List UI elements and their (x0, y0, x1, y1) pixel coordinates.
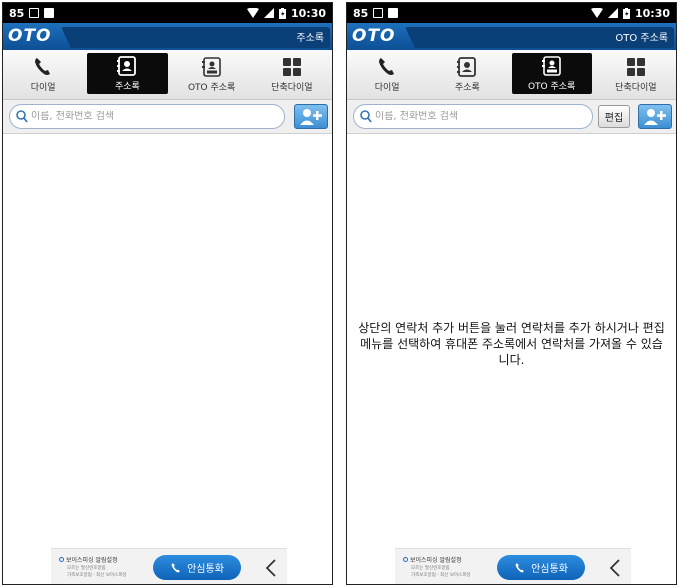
notification-icon (373, 8, 384, 18)
search-row (3, 100, 332, 134)
back-button[interactable] (609, 558, 621, 578)
empty-state-message: 상단의 연락처 추가 버튼을 눌러 연락처를 추가 하시거나 편집 메뉴를 선택… (358, 321, 665, 367)
search-input[interactable] (31, 111, 231, 122)
safe-call-label: 안심통화 (187, 564, 224, 575)
clock: 10:30 (634, 6, 670, 20)
safe-call-button[interactable]: 안심통화 (153, 555, 241, 580)
search-row: 편집 (347, 100, 676, 134)
tab-label: 단축다이얼 (615, 83, 657, 93)
ad-text: 보이스피싱 알림설정 모르는 발신번호알림 가족보호알림 · 최신 보이스피싱 (403, 555, 493, 578)
title-bar: OTO OTO 주소록 (347, 23, 676, 50)
safe-call-label: 안심통화 (531, 564, 568, 575)
ad-text: 보이스피싱 알림설정 모르는 발신번호알림 가족보호알림 · 최신 보이스피싱 (59, 555, 149, 578)
phone-icon (379, 58, 395, 75)
speed-dial-icon (282, 58, 301, 76)
contact-list: 상단의 연락처 추가 버튼을 눌러 연락처를 추가 하시거나 편집 메뉴를 선택… (347, 134, 676, 548)
tab-label: OTO 주소록 (187, 83, 236, 93)
tab-label: 다이얼 (30, 83, 56, 93)
tab-bar: 다이얼 주소록 OTO 주소록 단축다이얼 (347, 50, 676, 100)
edit-button[interactable]: 편집 (598, 105, 630, 128)
chevron-left-icon (266, 559, 276, 577)
tab-label: OTO 주소록 (527, 82, 576, 92)
tab-contacts[interactable]: 주소록 (427, 50, 507, 99)
notification-count: 85 (353, 6, 369, 20)
tab-label: 단축다이얼 (271, 83, 313, 93)
tab-oto-contacts[interactable]: OTO 주소록 (172, 50, 252, 99)
app-logo: OTO (352, 26, 396, 46)
status-bar: 85 10:30 (3, 3, 332, 23)
tab-bar: 다이얼 주소록 OTO 주소록 단축다이얼 (3, 50, 332, 100)
search-box[interactable] (353, 104, 593, 129)
search-icon (360, 110, 372, 123)
oto-contacts-icon (541, 56, 561, 76)
tab-label: 주소록 (114, 82, 140, 92)
ad-subtitle: 모르는 발신번호알림 (67, 566, 106, 571)
signal-icon (607, 8, 618, 18)
phone-screen-oto-contacts: 85 10:30 OTO OTO 주소록 다이얼 주소록 OTO 주소록 단축다… (346, 2, 677, 585)
wifi-icon (246, 8, 259, 18)
ad-bar: 보이스피싱 알림설정 모르는 발신번호알림 가족보호알림 · 최신 보이스피싱 … (51, 548, 287, 584)
add-person-icon (300, 108, 322, 125)
clock: 10:30 (290, 6, 326, 20)
search-input[interactable] (375, 111, 575, 122)
speed-dial-icon (626, 58, 645, 76)
ad-title: 보이스피싱 알림설정 (410, 557, 462, 564)
signal-icon (263, 8, 274, 18)
tab-speed-dial[interactable]: 단축다이얼 (596, 50, 676, 99)
ad-bar: 보이스피싱 알림설정 모르는 발신번호알림 가족보호알림 · 최신 보이스피싱 … (395, 548, 631, 584)
tab-dial[interactable]: 다이얼 (3, 50, 83, 99)
page-title: OTO 주소록 (615, 33, 668, 44)
add-contact-button[interactable] (294, 104, 328, 129)
ad-title: 보이스피싱 알림설정 (66, 557, 118, 564)
radio-icon (403, 557, 408, 562)
oto-contacts-icon (201, 57, 221, 77)
battery-icon (622, 7, 630, 19)
contacts-icon (117, 56, 137, 76)
phone-icon (171, 562, 180, 572)
wifi-icon (590, 8, 603, 18)
back-button[interactable] (265, 558, 277, 578)
add-contact-button[interactable] (638, 104, 672, 129)
tab-label: 주소록 (454, 83, 480, 93)
notification-icon (44, 8, 55, 18)
page-title: 주소록 (296, 33, 324, 44)
notification-count: 85 (9, 6, 25, 20)
app-logo: OTO (8, 26, 52, 46)
notification-icon (29, 8, 40, 18)
search-box[interactable] (9, 104, 285, 129)
tab-dial[interactable]: 다이얼 (347, 50, 427, 99)
tab-oto-contacts[interactable]: OTO 주소록 (511, 53, 592, 94)
notification-icon (388, 8, 399, 18)
title-bar: OTO 주소록 (3, 23, 332, 50)
radio-icon (59, 557, 64, 562)
ad-subtitle: 가족보호알림 · 최신 보이스피싱 (411, 573, 471, 578)
phone-icon (515, 562, 524, 572)
search-icon (16, 110, 28, 123)
chevron-left-icon (610, 559, 620, 577)
tab-label: 다이얼 (374, 83, 400, 93)
ad-subtitle: 가족보호알림 · 최신 보이스피싱 (67, 573, 127, 578)
ad-subtitle: 모르는 발신번호알림 (411, 566, 450, 571)
contacts-icon (457, 57, 477, 77)
tab-contacts[interactable]: 주소록 (87, 53, 168, 94)
phone-icon (35, 58, 51, 75)
contact-list (3, 134, 332, 548)
status-bar: 85 10:30 (347, 3, 676, 23)
phone-screen-contacts: 85 10:30 OTO 주소록 다이얼 주소록 OTO 주소록 단축다이얼 이… (2, 2, 333, 585)
tab-speed-dial[interactable]: 단축다이얼 (252, 50, 332, 99)
battery-icon (278, 7, 286, 19)
title-banner (61, 27, 330, 48)
add-person-icon (644, 108, 666, 125)
safe-call-button[interactable]: 안심통화 (497, 555, 585, 580)
